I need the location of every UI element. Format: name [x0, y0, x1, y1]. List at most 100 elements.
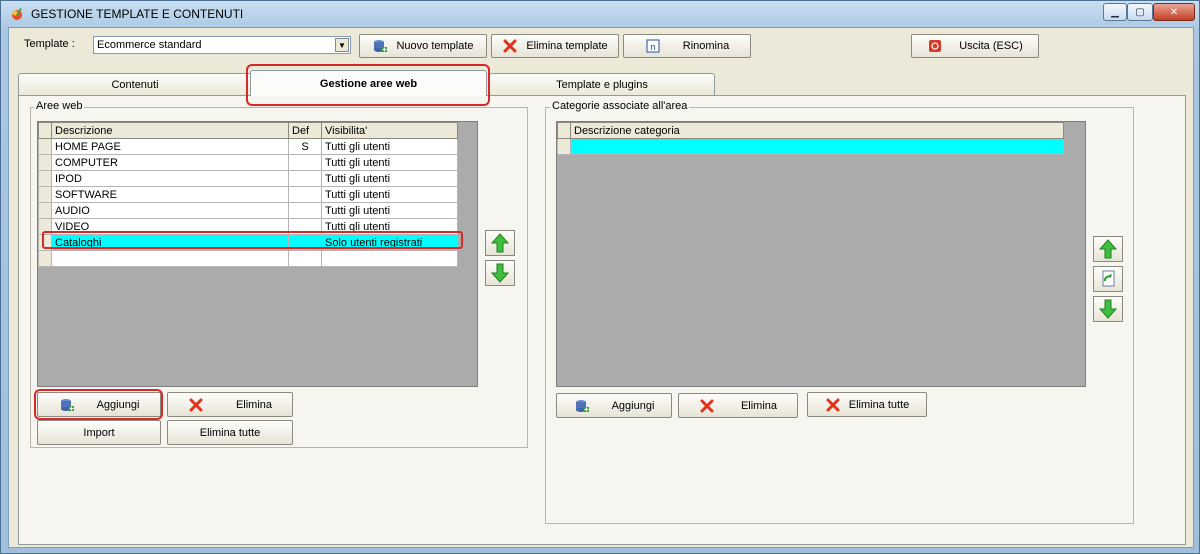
column-header-visibilita[interactable]: Visibilita'	[322, 123, 458, 139]
rename-label: Rinomina	[683, 40, 729, 52]
arrow-up-icon	[491, 233, 509, 253]
category-refresh-button[interactable]	[1093, 266, 1123, 292]
table-header-row: Descrizione categoria	[558, 123, 1064, 139]
new-template-label: Nuovo template	[396, 40, 473, 52]
categorie-title: Categorie associate all'area	[550, 100, 689, 112]
maximize-button[interactable]: ▢	[1127, 3, 1153, 21]
cell-def[interactable]	[289, 171, 322, 187]
delete-area-button[interactable]: Elimina	[167, 392, 293, 417]
selected-row-highlight	[42, 231, 463, 249]
categorie-table: Descrizione categoria	[557, 122, 1064, 155]
cell-descrizione[interactable]	[52, 251, 289, 267]
delete-category-button[interactable]: Elimina	[678, 393, 798, 418]
new-template-button[interactable]: Nuovo template	[359, 34, 487, 58]
table-row[interactable]: AUDIO Tutti gli utenti	[39, 203, 458, 219]
template-label: Template :	[24, 38, 75, 50]
cell-visibilita[interactable]: Tutti gli utenti	[322, 171, 458, 187]
table-row[interactable]: SOFTWARE Tutti gli utenti	[39, 187, 458, 203]
cell-descrizione[interactable]: AUDIO	[52, 203, 289, 219]
delete-x-icon	[699, 398, 715, 414]
column-header-descrizione[interactable]: Descrizione	[52, 123, 289, 139]
delete-all-categories-button[interactable]: Elimina tutte	[807, 392, 927, 417]
row-indicator[interactable]	[39, 139, 52, 155]
cell-visibilita[interactable]: Tutti gli utenti	[322, 203, 458, 219]
exit-button[interactable]: Uscita (ESC)	[911, 34, 1039, 58]
tab-template-plugins-label: Template e plugins	[556, 79, 648, 91]
cell-descrizione[interactable]: COMPUTER	[52, 155, 289, 171]
import-button[interactable]: Import	[37, 420, 161, 445]
aree-web-title: Aree web	[34, 100, 84, 112]
application-window: GESTIONE TEMPLATE E CONTENUTI ▁ ▢ ✕ Temp…	[0, 0, 1200, 554]
tab-contenuti[interactable]: Contenuti	[18, 73, 252, 95]
cell-descrizione-categoria[interactable]	[571, 139, 1064, 155]
chevron-down-icon[interactable]: ▼	[335, 38, 349, 52]
add-button-highlight	[34, 389, 163, 420]
minimize-icon: ▁	[1111, 7, 1119, 18]
template-select[interactable]: Ecommerce standard ▼	[93, 36, 351, 54]
tab-template-plugins[interactable]: Template e plugins	[489, 73, 715, 95]
row-indicator-header	[39, 123, 52, 139]
cell-descrizione[interactable]: IPOD	[52, 171, 289, 187]
database-add-icon	[372, 38, 388, 54]
cell-visibilita[interactable]: Tutti gli utenti	[322, 155, 458, 171]
row-indicator[interactable]	[39, 187, 52, 203]
table-header-row: Descrizione Def Visibilita'	[39, 123, 458, 139]
categorie-grid[interactable]: Descrizione categoria	[556, 121, 1086, 387]
table-row[interactable]: HOME PAGE S Tutti gli utenti	[39, 139, 458, 155]
client-area: Template : Ecommerce standard ▼ Nuovo te…	[8, 27, 1194, 548]
delete-x-icon	[825, 397, 841, 413]
minimize-button[interactable]: ▁	[1103, 3, 1127, 21]
delete-area-label: Elimina	[236, 399, 272, 411]
table-row-new[interactable]	[558, 139, 1064, 155]
row-indicator[interactable]	[39, 171, 52, 187]
rename-icon: n	[645, 38, 661, 54]
delete-template-label: Elimina template	[526, 40, 607, 52]
cell-visibilita[interactable]: Tutti gli utenti	[322, 187, 458, 203]
delete-x-icon	[188, 397, 204, 413]
move-up-button[interactable]	[485, 230, 515, 256]
category-move-up-button[interactable]	[1093, 236, 1123, 262]
column-header-descrizione-categoria[interactable]: Descrizione categoria	[571, 123, 1064, 139]
add-category-label: Aggiungi	[612, 400, 655, 412]
exit-label: Uscita (ESC)	[959, 40, 1023, 52]
close-button[interactable]: ✕	[1153, 3, 1195, 21]
cell-descrizione[interactable]: SOFTWARE	[52, 187, 289, 203]
row-indicator[interactable]	[39, 251, 52, 267]
delete-all-areas-label: Elimina tutte	[200, 427, 261, 439]
delete-all-categories-label: Elimina tutte	[849, 399, 910, 411]
database-add-icon	[574, 398, 590, 414]
cell-def[interactable]	[289, 251, 322, 267]
category-move-down-button[interactable]	[1093, 296, 1123, 322]
arrow-down-icon	[491, 263, 509, 283]
table-row-new[interactable]	[39, 251, 458, 267]
cell-def[interactable]	[289, 187, 322, 203]
table-row[interactable]: COMPUTER Tutti gli utenti	[39, 155, 458, 171]
delete-template-button[interactable]: Elimina template	[491, 34, 619, 58]
cell-def[interactable]	[289, 203, 322, 219]
delete-all-areas-button[interactable]: Elimina tutte	[167, 420, 293, 445]
add-category-button[interactable]: Aggiungi	[556, 393, 672, 418]
row-indicator[interactable]	[39, 155, 52, 171]
column-header-def[interactable]: Def	[289, 123, 322, 139]
cell-descrizione[interactable]: HOME PAGE	[52, 139, 289, 155]
app-icon	[9, 6, 25, 22]
rename-button[interactable]: n Rinomina	[623, 34, 751, 58]
row-indicator[interactable]	[39, 203, 52, 219]
table-row[interactable]: IPOD Tutti gli utenti	[39, 171, 458, 187]
import-label: Import	[83, 427, 114, 439]
cell-visibilita[interactable]	[322, 251, 458, 267]
title-bar[interactable]: GESTIONE TEMPLATE E CONTENUTI ▁ ▢ ✕	[1, 1, 1200, 27]
maximize-icon: ▢	[1135, 7, 1144, 18]
aree-web-grid[interactable]: Descrizione Def Visibilita' HOME PAGE S …	[37, 121, 478, 387]
close-icon: ✕	[1170, 7, 1178, 18]
row-indicator[interactable]	[558, 139, 571, 155]
cell-def[interactable]	[289, 155, 322, 171]
window-title: GESTIONE TEMPLATE E CONTENUTI	[31, 7, 243, 21]
tab-panel-aree-web: Aree web Descrizione Def Visibilita' HOM…	[18, 95, 1186, 545]
cell-visibilita[interactable]: Tutti gli utenti	[322, 139, 458, 155]
delete-x-icon	[502, 38, 518, 54]
cell-def[interactable]: S	[289, 139, 322, 155]
svg-text:n: n	[650, 43, 656, 53]
move-down-button[interactable]	[485, 260, 515, 286]
row-indicator-header	[558, 123, 571, 139]
